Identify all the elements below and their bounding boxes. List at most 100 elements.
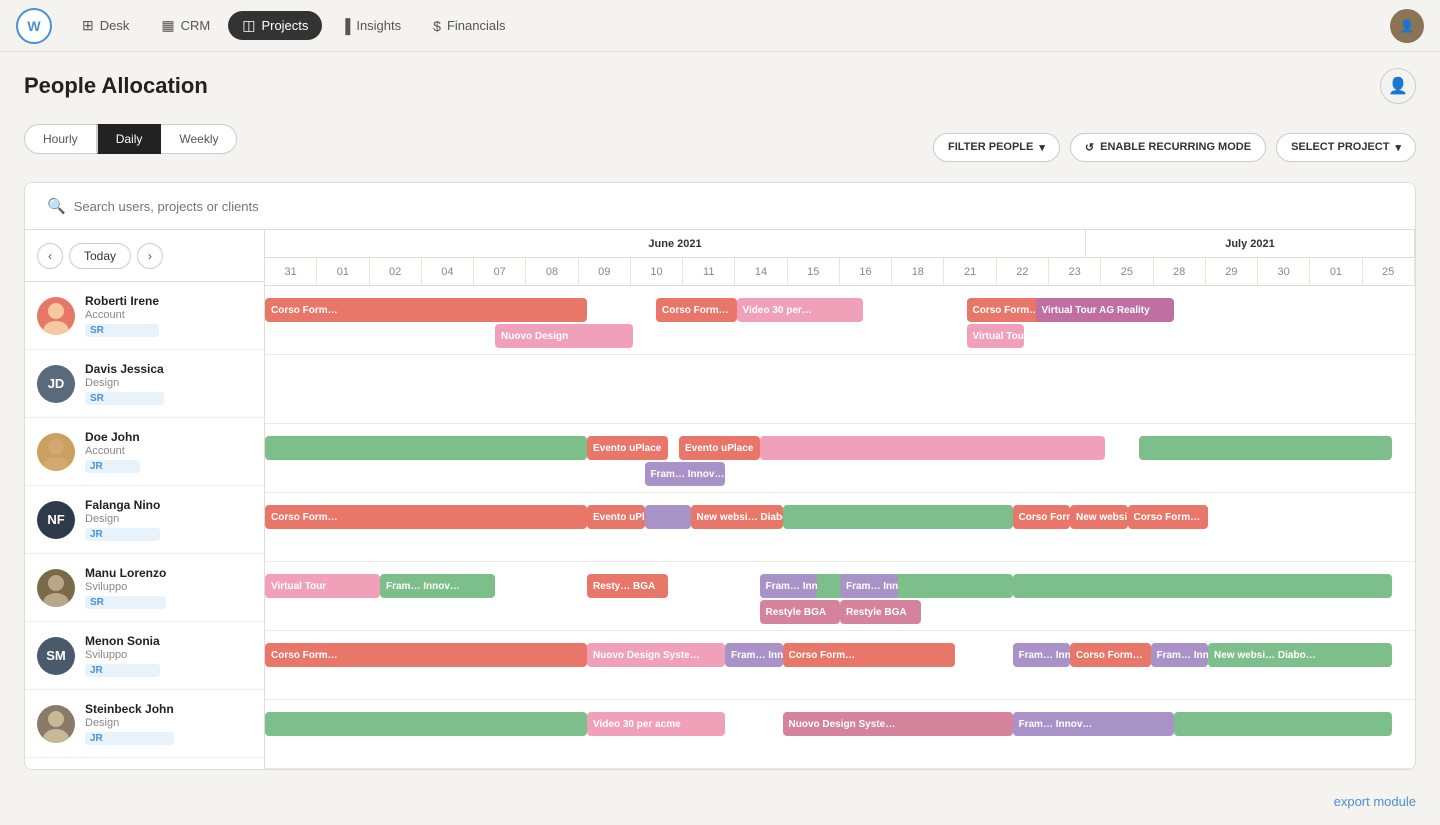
avatar-steinbeck	[37, 705, 75, 743]
event-fram-innov-manu-2[interactable]: Fram… Innov…	[760, 574, 818, 598]
person-role-steinbeck: JR	[85, 732, 174, 745]
avatar-davis: JD	[37, 365, 75, 403]
nav-item-crm[interactable]: ▦ CRM	[147, 11, 224, 40]
day-29: 29	[1206, 258, 1258, 285]
day-28: 28	[1154, 258, 1206, 285]
person-name-davis: Davis Jessica	[85, 362, 164, 376]
event-new-websi-falanga-2[interactable]: New websi… Diabo…	[1070, 505, 1128, 529]
event-resty-bga-manu-1[interactable]: Resty… BGA	[587, 574, 668, 598]
filter-people-button[interactable]: FILTER PEOPLE ▾	[933, 133, 1060, 162]
person-role-davis: SR	[85, 392, 164, 405]
person-role-manu: SR	[85, 596, 166, 609]
days-header-row: 31 01 02 04 07 08 09 10 11 14 15 16 18 2…	[265, 258, 1415, 286]
event-ag-reality[interactable]: Virtual Tour AG Reality	[1036, 298, 1174, 322]
toggle-weekly[interactable]: Weekly	[161, 124, 237, 154]
event-fram-innov-1[interactable]: Fram… Innov…	[645, 462, 726, 486]
events-menon: Corso Form… Nuovo Design Syste… Fram… In…	[265, 631, 1415, 699]
event-green-doe-1[interactable]	[265, 436, 587, 460]
chevron-down-icon-2: ▾	[1395, 141, 1401, 154]
person-row-menon: SM Menon Sonia Sviluppo JR	[25, 622, 264, 690]
search-input[interactable]	[74, 199, 1393, 214]
person-dept-doe: Account	[85, 445, 140, 457]
event-nuovo-design[interactable]: Nuovo Design	[495, 324, 633, 348]
month-header-row: June 2021 July 2021	[265, 230, 1415, 258]
event-green-steinbeck-2[interactable]	[1174, 712, 1393, 736]
event-virtual-tour-1[interactable]: Virtual Tour	[967, 324, 1025, 348]
day-15: 15	[788, 258, 840, 285]
recurring-icon: ↺	[1085, 141, 1094, 154]
avatar-doe	[37, 433, 75, 471]
event-green-manu-2[interactable]	[1013, 574, 1393, 598]
event-restyle-bga-manu-2[interactable]: Restyle BGA	[760, 600, 841, 624]
day-july-25: 25	[1363, 258, 1415, 285]
event-new-websi-falanga[interactable]: New websi… Diabo…	[691, 505, 783, 529]
event-fram-innov-manu[interactable]: Fram… Innov…	[380, 574, 495, 598]
toggle-daily[interactable]: Daily	[97, 124, 162, 154]
person-dept-davis: Design	[85, 377, 164, 389]
event-restyle-bga-manu-3[interactable]: Restyle BGA	[840, 600, 921, 624]
next-button[interactable]: ›	[137, 243, 163, 269]
event-nuovo-design-menon[interactable]: Nuovo Design Syste…	[587, 643, 725, 667]
cal-row-roberti: Corso Form… Nuovo Design Corso Form… Vid…	[265, 286, 1415, 355]
event-pink-doe[interactable]	[760, 436, 1105, 460]
page-title: People Allocation	[24, 73, 208, 99]
search-inner: 🔍	[37, 191, 1403, 221]
cal-row-davis	[265, 355, 1415, 424]
event-corso-form-3[interactable]: Corso Form…	[967, 298, 1048, 322]
nav-item-insights[interactable]: ▐ Insights	[326, 11, 415, 40]
day-21: 21	[944, 258, 996, 285]
day-09: 09	[579, 258, 631, 285]
event-corso-menon-2[interactable]: Corso Form…	[783, 643, 956, 667]
event-fram-innov-steinbeck[interactable]: Fram… Innov…	[1013, 712, 1174, 736]
person-name-roberti: Roberti Irene	[85, 294, 159, 308]
event-purple-falanga[interactable]	[645, 505, 691, 529]
event-corso-menon-1[interactable]: Corso Form…	[265, 643, 587, 667]
event-virtual-tour-manu[interactable]: Virtual Tour	[265, 574, 380, 598]
person-dept-roberti: Account	[85, 309, 159, 321]
nav-item-desk[interactable]: ⊞ Desk	[68, 11, 143, 40]
nav-item-financials[interactable]: $ Financials	[419, 11, 519, 40]
event-fram-innov-manu-3[interactable]: Fram… Innov…	[840, 574, 898, 598]
person-name-menon: Menon Sonia	[85, 634, 160, 648]
event-corso-falanga-2[interactable]: Corso Form…	[1013, 505, 1071, 529]
event-evento-falanga[interactable]: Evento uPlace	[587, 505, 645, 529]
toggle-hourly[interactable]: Hourly	[24, 124, 97, 154]
event-fram-innov-menon[interactable]: Fram… Innov…	[725, 643, 783, 667]
event-fram-innov-menon-3[interactable]: Fram… Innov…	[1151, 643, 1209, 667]
day-11: 11	[683, 258, 735, 285]
event-corso-menon-3[interactable]: Corso Form…	[1070, 643, 1151, 667]
user-settings-icon[interactable]: 👤	[1380, 68, 1416, 104]
event-corso-falanga-3[interactable]: Corso Form…	[1128, 505, 1209, 529]
person-info-manu: Manu Lorenzo Sviluppo SR	[85, 566, 166, 609]
event-corso-form-1[interactable]: Corso Form…	[265, 298, 587, 322]
event-evento-uplace-1[interactable]: Evento uPlace	[587, 436, 668, 460]
event-green-falanga[interactable]	[783, 505, 1013, 529]
page-header: People Allocation 👤	[24, 68, 1416, 104]
event-nuovo-design-steinbeck[interactable]: Nuovo Design Syste…	[783, 712, 1013, 736]
desk-icon: ⊞	[82, 17, 94, 34]
controls-row: Hourly Daily Weekly FILTER PEOPLE ▾ ↺ EN…	[24, 124, 1416, 170]
event-evento-uplace-2[interactable]: Evento uPlace	[679, 436, 760, 460]
export-module-link[interactable]: export module	[1334, 794, 1416, 809]
event-video-1[interactable]: Video 30 per…	[737, 298, 864, 322]
calendar-scroll[interactable]: June 2021 July 2021 31 01 02 04 07 08 09…	[265, 230, 1415, 769]
enable-recurring-button[interactable]: ↺ ENABLE RECURRING MODE	[1070, 133, 1266, 162]
nav-item-projects[interactable]: ◫ Projects	[228, 11, 322, 40]
event-corso-form-2[interactable]: Corso Form…	[656, 298, 737, 322]
app-logo[interactable]: W	[16, 8, 52, 44]
event-new-websi-menon[interactable]: New websi… Diabo…	[1208, 643, 1392, 667]
user-avatar[interactable]: 👤	[1390, 9, 1424, 43]
insights-icon: ▐	[340, 18, 350, 34]
person-row-roberti: Roberti Irene Account SR	[25, 282, 264, 350]
person-info-menon: Menon Sonia Sviluppo JR	[85, 634, 160, 677]
today-button[interactable]: Today	[69, 243, 131, 269]
cal-row-manu: Virtual Tour Fram… Innov… Resty… BGA Res…	[265, 562, 1415, 631]
footer: export module	[0, 786, 1440, 825]
event-corso-falanga-1[interactable]: Corso Form…	[265, 505, 587, 529]
event-fram-innov-menon-2[interactable]: Fram… Innov…	[1013, 643, 1071, 667]
event-video-steinbeck[interactable]: Video 30 per acme	[587, 712, 725, 736]
event-green-doe-2[interactable]	[1139, 436, 1392, 460]
prev-button[interactable]: ‹	[37, 243, 63, 269]
event-green-steinbeck-1[interactable]	[265, 712, 587, 736]
select-project-button[interactable]: SELECT PROJECT ▾	[1276, 133, 1416, 162]
